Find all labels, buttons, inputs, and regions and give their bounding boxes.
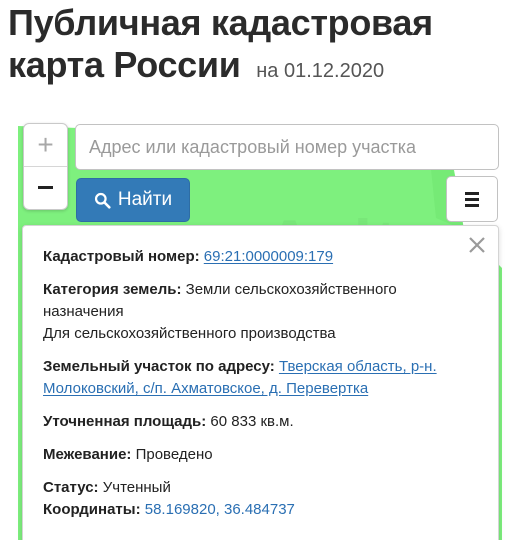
zoom-in-button[interactable]: + [24,124,67,166]
survey-row: Межевание: Проведено [43,444,478,466]
address-label: Земельный участок по адресу: [43,358,275,375]
parcel-info-panel: Кадастровый номер: 69:21:0000009:179 Кат… [22,225,499,540]
zoom-control: + [23,123,68,210]
page-title: Публичная кадастровая карта России на 01… [8,2,512,92]
coordinates-label: Координаты: [43,501,141,518]
search-button-label: Найти [117,189,173,210]
hamburger-icon [465,191,479,207]
plus-icon: + [37,129,54,160]
page-title-line2: карта России [8,44,241,85]
status-row: Статус: Учтенный [43,477,478,499]
minus-icon [38,186,53,189]
zoom-out-button[interactable] [24,166,67,208]
search-icon [94,192,111,209]
area-label: Уточненная площадь: [43,413,207,430]
cadastral-number-row: Кадастровый номер: 69:21:0000009:179 [43,246,478,268]
land-category-label: Категория земель: [43,281,182,298]
search-button[interactable]: Найти [76,178,190,222]
area-value: 60 833 кв.м. [210,413,294,430]
status-value: Учтенный [102,479,171,496]
cadastral-number-label: Кадастровый номер: [43,248,200,265]
coordinates-link[interactable]: 58.169820, 36.484737 [145,501,295,518]
status-label: Статус: [43,479,99,496]
survey-label: Межевание: [43,446,132,463]
permitted-use-value: Для сельскохозяйственного производства [43,325,336,342]
cadastral-number-link[interactable]: 69:21:0000009:179 [204,248,333,265]
page-title-line1: Публичная кадастровая [8,2,433,43]
data-date: на 01.12.2020 [256,60,385,82]
address-row: Земельный участок по адресу: Тверская об… [43,356,478,400]
menu-button[interactable] [446,176,498,222]
survey-value: Проведено [135,446,213,463]
close-icon[interactable] [466,234,488,256]
land-category-row: Категория земель: Земли сельскохозяйстве… [43,279,478,345]
coordinates-row: Координаты: 58.169820, 36.484737 [43,499,478,521]
search-input[interactable] [75,124,499,170]
area-row: Уточненная площадь: 60 833 кв.м. [43,411,478,433]
